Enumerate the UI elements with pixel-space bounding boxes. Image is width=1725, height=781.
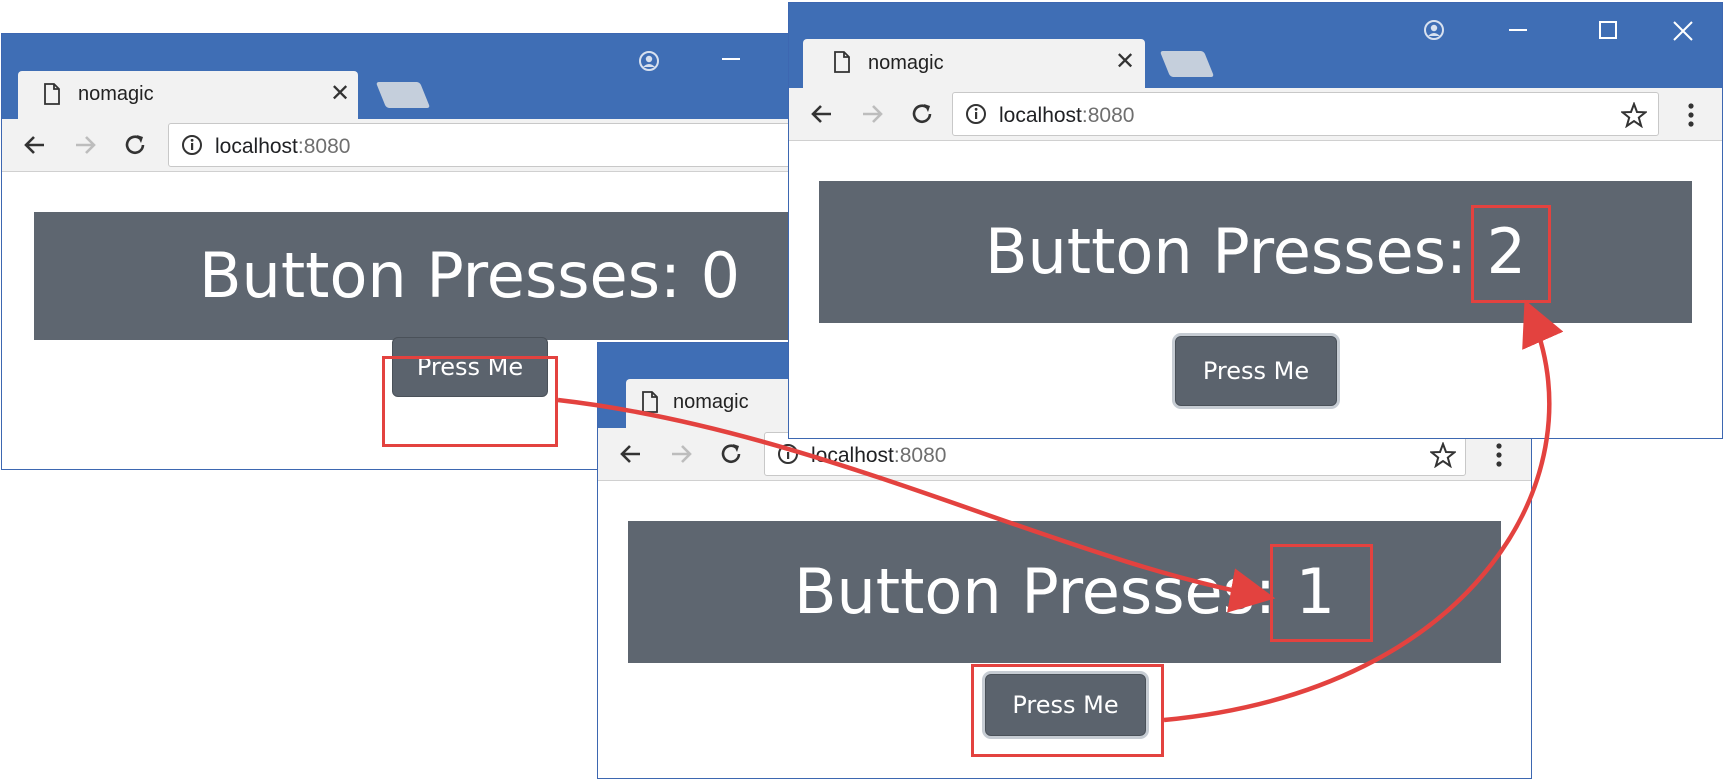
- minimize-icon[interactable]: [1509, 29, 1529, 33]
- menu-icon[interactable]: [1495, 442, 1503, 468]
- star-icon[interactable]: [1430, 442, 1456, 468]
- reload-icon[interactable]: [718, 441, 744, 467]
- star-icon[interactable]: [1621, 102, 1647, 128]
- page-icon: [834, 51, 850, 73]
- highlight-button-window-0: [382, 356, 558, 447]
- tab-title: nomagic: [868, 52, 944, 74]
- reload-icon[interactable]: [909, 101, 935, 127]
- tab-title: nomagic: [673, 391, 749, 413]
- reload-icon[interactable]: [122, 132, 148, 158]
- tab-nomagic[interactable]: nomagic ✕: [803, 39, 1145, 88]
- browser-toolbar: localhost:8080: [2, 119, 800, 172]
- page-icon: [44, 83, 60, 105]
- press-count: 0: [700, 239, 741, 312]
- banner-label: Button Presses:: [199, 239, 701, 312]
- forward-icon[interactable]: [859, 101, 885, 127]
- info-icon[interactable]: [965, 103, 987, 125]
- banner-label: Button Presses:: [984, 215, 1487, 288]
- button-presses-banner: Button Presses: 0: [34, 212, 800, 340]
- url-text: localhost:8080: [215, 135, 351, 158]
- banner-label: Button Presses:: [793, 555, 1296, 628]
- profile-icon[interactable]: [638, 50, 660, 72]
- press-me-button[interactable]: Press Me: [1175, 336, 1337, 406]
- info-icon[interactable]: [777, 443, 799, 465]
- highlight-count-window-2: [1471, 205, 1551, 303]
- address-bar[interactable]: localhost:8080: [952, 92, 1659, 136]
- button-presses-banner: Button Presses: 2: [819, 181, 1692, 323]
- browser-window-2: nomagic ✕ localhost:8080 Button Presses:…: [788, 2, 1723, 439]
- back-icon[interactable]: [22, 132, 48, 158]
- highlight-button-window-1: [971, 664, 1164, 757]
- window-close-icon[interactable]: [1672, 20, 1694, 42]
- close-icon[interactable]: ✕: [330, 79, 350, 107]
- highlight-count-window-1: [1270, 544, 1373, 642]
- info-icon[interactable]: [181, 134, 203, 156]
- maximize-icon[interactable]: [1599, 21, 1619, 41]
- close-icon[interactable]: ✕: [1115, 47, 1135, 75]
- url-text: localhost:8080: [811, 444, 947, 467]
- back-icon[interactable]: [809, 101, 835, 127]
- forward-icon[interactable]: [668, 441, 694, 467]
- minimize-icon[interactable]: [722, 58, 742, 62]
- back-icon[interactable]: [618, 441, 644, 467]
- menu-icon[interactable]: [1687, 102, 1695, 128]
- url-text: localhost:8080: [999, 104, 1135, 127]
- profile-icon[interactable]: [1423, 19, 1445, 41]
- address-bar[interactable]: localhost:8080: [168, 123, 800, 167]
- page-icon: [642, 391, 658, 413]
- forward-icon[interactable]: [72, 132, 98, 158]
- tab-title: nomagic: [78, 83, 154, 105]
- browser-toolbar: localhost:8080: [789, 88, 1722, 141]
- tab-nomagic[interactable]: nomagic ✕: [18, 71, 358, 119]
